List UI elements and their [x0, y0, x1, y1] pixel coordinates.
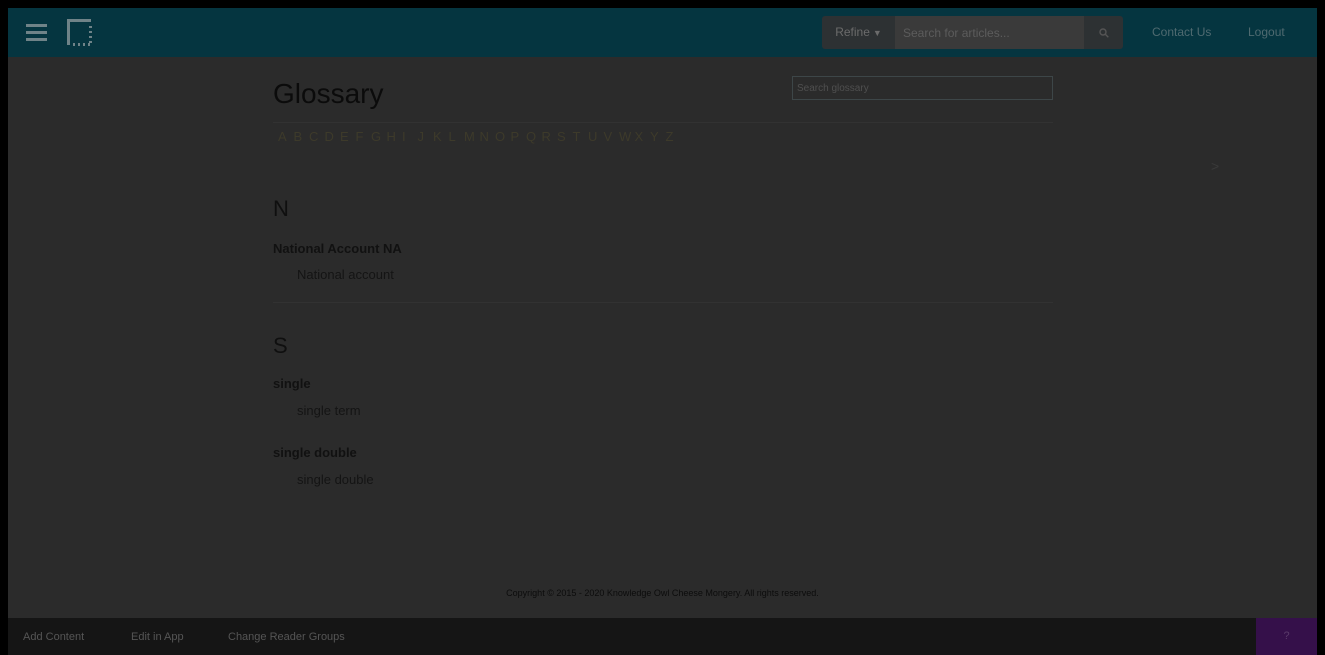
- letter-link-x[interactable]: X: [635, 129, 651, 144]
- glossary-definition: single double: [297, 472, 374, 487]
- letter-link-p[interactable]: P: [511, 129, 527, 144]
- letter-link-i[interactable]: I: [402, 129, 418, 144]
- glossary-definition: National account: [297, 267, 394, 282]
- glossary-term: single double: [273, 445, 357, 460]
- letter-link-u[interactable]: U: [588, 129, 604, 144]
- letter-link-n[interactable]: N: [480, 129, 496, 144]
- letter-link-m[interactable]: M: [464, 129, 480, 144]
- letter-link-z[interactable]: Z: [666, 129, 682, 144]
- help-button[interactable]: ?: [1256, 618, 1317, 655]
- contact-us-link[interactable]: Contact Us: [1152, 25, 1211, 39]
- hamburger-menu-icon[interactable]: [26, 24, 47, 41]
- glossary-search-input[interactable]: [792, 76, 1053, 100]
- letter-link-v[interactable]: V: [604, 129, 620, 144]
- letter-link-l[interactable]: L: [449, 129, 465, 144]
- admin-bottom-bar: Add Content Edit in App Change Reader Gr…: [8, 618, 1317, 655]
- letter-link-g[interactable]: G: [371, 129, 387, 144]
- search-icon: [1098, 27, 1109, 38]
- page-frame: Refine▼ Contact Us Logout Glossary ABCDE…: [8, 8, 1317, 655]
- glossary-term: National Account NA: [273, 241, 402, 256]
- page-title: Glossary: [273, 78, 384, 109]
- refine-label: Refine: [835, 25, 870, 39]
- top-navbar: Refine▼ Contact Us Logout: [8, 8, 1317, 57]
- letter-link-r[interactable]: R: [542, 129, 558, 144]
- change-reader-groups-link[interactable]: Change Reader Groups: [228, 631, 345, 643]
- edit-in-app-link[interactable]: Edit in App: [131, 631, 184, 643]
- alphabet-nav: ABCDEFGHIJKLMNOPQRSTUVWXYZ: [278, 129, 681, 144]
- letter-link-k[interactable]: K: [433, 129, 449, 144]
- letter-link-s[interactable]: S: [557, 129, 573, 144]
- section-letter-n: N: [273, 196, 289, 221]
- letter-link-e[interactable]: E: [340, 129, 356, 144]
- refine-dropdown-button[interactable]: Refine ▼: [822, 16, 895, 49]
- glossary-definition: single term: [297, 403, 361, 418]
- letter-link-w[interactable]: W: [619, 129, 635, 144]
- letter-link-a[interactable]: A: [278, 129, 294, 144]
- divider: [273, 122, 1053, 123]
- letter-link-c[interactable]: C: [309, 129, 325, 144]
- section-divider: [273, 302, 1053, 303]
- letter-link-y[interactable]: Y: [650, 129, 666, 144]
- add-content-link[interactable]: Add Content: [23, 631, 84, 643]
- letter-link-q[interactable]: Q: [526, 129, 542, 144]
- letter-link-h[interactable]: H: [387, 129, 403, 144]
- letter-link-d[interactable]: D: [325, 129, 341, 144]
- caret-down-icon: ▼: [872, 28, 882, 38]
- glossary-term: single: [273, 376, 311, 391]
- site-logo-icon[interactable]: [67, 19, 92, 46]
- search-button[interactable]: [1084, 16, 1123, 49]
- letter-link-o[interactable]: O: [495, 129, 511, 144]
- letter-link-t[interactable]: T: [573, 129, 589, 144]
- article-search-input[interactable]: [895, 16, 1084, 49]
- letter-link-b[interactable]: B: [294, 129, 310, 144]
- letter-link-f[interactable]: F: [356, 129, 372, 144]
- copyright-text: Copyright © 2015 - 2020 Knowledge Owl Ch…: [506, 588, 819, 598]
- logout-link[interactable]: Logout: [1248, 25, 1285, 39]
- letter-link-j[interactable]: J: [418, 129, 434, 144]
- section-letter-s: S: [273, 333, 288, 358]
- next-arrow-icon[interactable]: >: [1211, 158, 1219, 174]
